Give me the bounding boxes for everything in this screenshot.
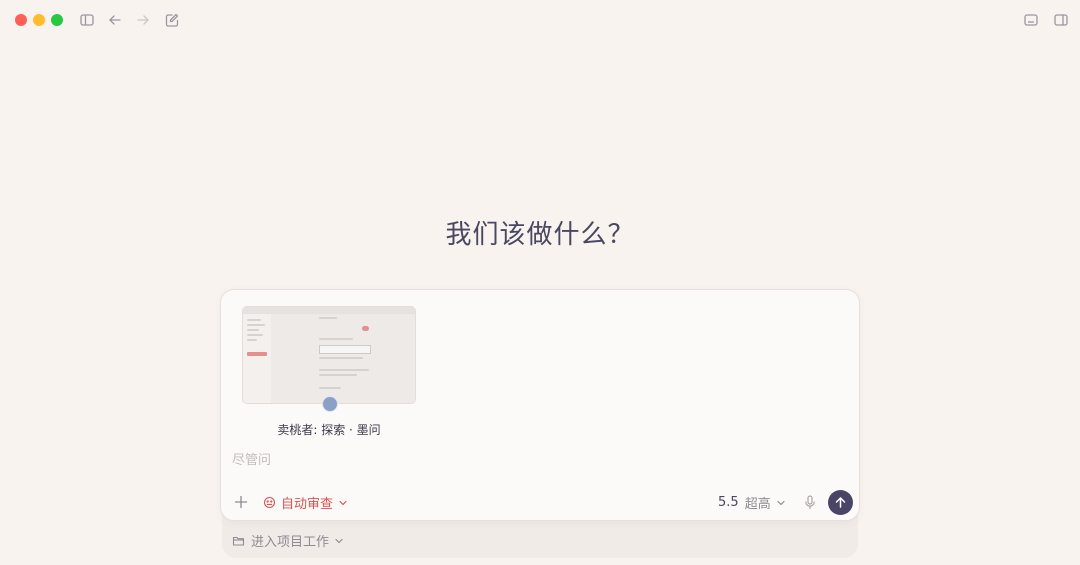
forward-arrow-icon[interactable] — [134, 11, 152, 29]
right-panel-icon[interactable] — [1052, 11, 1070, 29]
chevron-down-icon — [334, 535, 344, 545]
model-version: 5.5 — [718, 494, 739, 510]
minimize-window-button[interactable] — [33, 14, 45, 26]
model-selector[interactable]: 5.5 超高 — [718, 493, 786, 512]
maximize-window-button[interactable] — [51, 14, 63, 26]
message-input[interactable]: 尽管问 — [232, 449, 271, 468]
project-selector[interactable]: 进入项目工作 — [232, 531, 344, 550]
terminal-panel-icon[interactable] — [1022, 11, 1040, 29]
auto-review-dropdown[interactable]: 自动审查 — [263, 493, 348, 512]
attachment-caption: 卖桃者: 探索 · 墨问 — [277, 423, 381, 437]
auto-review-icon — [263, 496, 276, 509]
project-label: 进入项目工作 — [251, 534, 330, 550]
title-bar — [0, 0, 1080, 40]
avatar — [322, 396, 338, 412]
new-chat-icon[interactable] — [163, 11, 181, 29]
attachment-thumbnail[interactable] — [243, 307, 415, 403]
add-attachment-icon[interactable] — [233, 494, 249, 510]
close-window-button[interactable] — [15, 14, 27, 26]
arrow-up-icon — [835, 497, 846, 508]
folder-icon — [232, 534, 245, 547]
send-button[interactable] — [828, 490, 853, 515]
back-arrow-icon[interactable] — [106, 11, 124, 29]
auto-review-label: 自动审查 — [281, 496, 334, 512]
microphone-icon[interactable] — [802, 494, 818, 510]
page-heading: 我们该做什么？ — [445, 220, 635, 250]
chevron-down-icon — [776, 497, 786, 507]
sidebar-toggle-icon[interactable] — [78, 11, 96, 29]
model-level: 超高 — [744, 496, 771, 512]
composer: 卖桃者: 探索 · 墨问 尽管问 自动审查 5.5 超高 — [220, 289, 860, 521]
chevron-down-icon — [338, 497, 348, 507]
